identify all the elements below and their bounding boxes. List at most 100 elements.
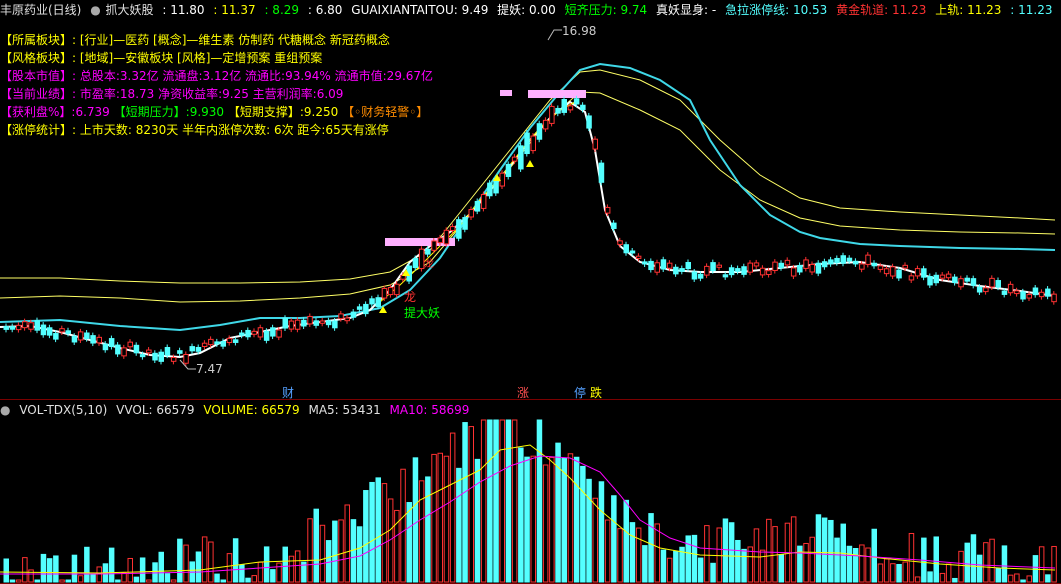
- candle-body: [214, 341, 220, 345]
- volume-bar: [1007, 574, 1014, 583]
- candle-body: [394, 283, 400, 296]
- candle-body: [735, 268, 741, 272]
- volume-bar: [834, 537, 840, 583]
- volume-bar: [673, 550, 679, 583]
- candle-body: [499, 172, 505, 187]
- volume-bar: [9, 579, 16, 583]
- candle-body: [1014, 290, 1020, 295]
- volume-bar: [660, 549, 667, 583]
- volume-bar: [332, 520, 338, 583]
- volume-bar: [400, 468, 406, 583]
- volume-bar: [183, 544, 189, 583]
- candle-body: [728, 267, 735, 276]
- volume-bar: [759, 549, 766, 583]
- candle-body: [431, 240, 437, 251]
- volume-bar: [1051, 545, 1057, 583]
- candle-body: [46, 327, 53, 336]
- candle-body: [276, 329, 282, 338]
- volume-bar: [573, 456, 580, 583]
- ting-marker[interactable]: 停: [574, 384, 586, 401]
- kline-chart[interactable]: [0, 0, 1061, 584]
- volume-bar: [828, 519, 834, 583]
- candle-body: [232, 339, 239, 343]
- candle-body: [170, 356, 177, 362]
- volume-bar: [821, 517, 828, 583]
- volume-indicator-name[interactable]: VOL-TDX(5,10): [19, 403, 107, 417]
- volume-bar: [952, 577, 958, 583]
- candle-body: [790, 267, 797, 277]
- candle-body: [797, 264, 803, 273]
- candle-body: [983, 287, 989, 293]
- candle-body: [239, 332, 245, 336]
- vvol-value: VVOL: 66579: [116, 403, 195, 417]
- volume-bar: [1038, 546, 1045, 583]
- candle-body: [685, 261, 691, 270]
- candle-body: [9, 326, 16, 330]
- volume-bar: [449, 432, 456, 583]
- volume-bar: [908, 532, 915, 583]
- candle-body: [809, 263, 815, 273]
- candle-body: [710, 262, 716, 272]
- candle-body: [127, 341, 133, 348]
- volume-bar: [245, 577, 251, 583]
- candle-body: [102, 343, 109, 351]
- volume-bar: [456, 467, 462, 583]
- volume-bar: [214, 573, 220, 583]
- volume-bar: [642, 545, 648, 583]
- volume-bar: [976, 554, 983, 583]
- volume-bar: [84, 546, 90, 583]
- volume-bar: [115, 579, 121, 583]
- candle-body: [908, 275, 915, 281]
- candle-body: [177, 350, 183, 354]
- volume-bar: [970, 534, 977, 583]
- candle-body: [865, 254, 871, 265]
- candle-body: [846, 257, 853, 262]
- volume-bar: [586, 478, 592, 583]
- volume-bar: [474, 458, 481, 583]
- candle-body: [604, 206, 611, 214]
- candle-body: [1051, 293, 1057, 303]
- candle-body: [598, 162, 605, 183]
- candle-body: [90, 335, 96, 344]
- volume-bar: [28, 569, 34, 583]
- highlight-bar: [500, 90, 512, 96]
- volume-bar: [195, 551, 202, 583]
- volume-bars: [3, 419, 1057, 583]
- candle-body: [332, 320, 338, 329]
- volume-bar: [282, 546, 288, 583]
- low-price-label: 7.47: [196, 362, 223, 376]
- volume-bar: [790, 516, 797, 583]
- volume-bar: [772, 526, 778, 583]
- volume-bar: [146, 579, 152, 583]
- volume-bar: [896, 563, 902, 583]
- volume-bar: [1014, 573, 1020, 583]
- volume-bar: [288, 555, 295, 583]
- volume-bar: [927, 571, 933, 583]
- volume-bar: [369, 481, 375, 583]
- candle-body: [939, 274, 946, 279]
- gear-icon[interactable]: ●: [0, 403, 10, 417]
- volume-bar: [170, 579, 177, 583]
- cai-marker[interactable]: 财: [282, 384, 294, 401]
- ma5-value: MA5: 53431: [308, 403, 381, 417]
- candle-body: [375, 297, 381, 307]
- volume-bar: [852, 548, 859, 583]
- candle-body: [852, 260, 859, 265]
- candle-body: [313, 320, 319, 326]
- candle-body: [964, 277, 970, 282]
- volume-bar: [511, 419, 518, 583]
- volume-bar: [375, 477, 381, 583]
- candle-body: [697, 273, 704, 279]
- die-marker[interactable]: 跌: [590, 384, 602, 401]
- candle-body: [877, 265, 884, 270]
- candle-body: [307, 315, 313, 325]
- candle-body: [301, 319, 307, 327]
- volume-bar: [995, 567, 1001, 583]
- candle-body: [989, 277, 995, 288]
- volume-bar: [623, 499, 629, 583]
- volume-bar: [697, 557, 704, 583]
- volume-bar: [635, 527, 642, 583]
- volume-bar: [270, 569, 276, 583]
- volume-bar: [77, 575, 84, 583]
- zhang-marker[interactable]: 涨: [517, 384, 529, 401]
